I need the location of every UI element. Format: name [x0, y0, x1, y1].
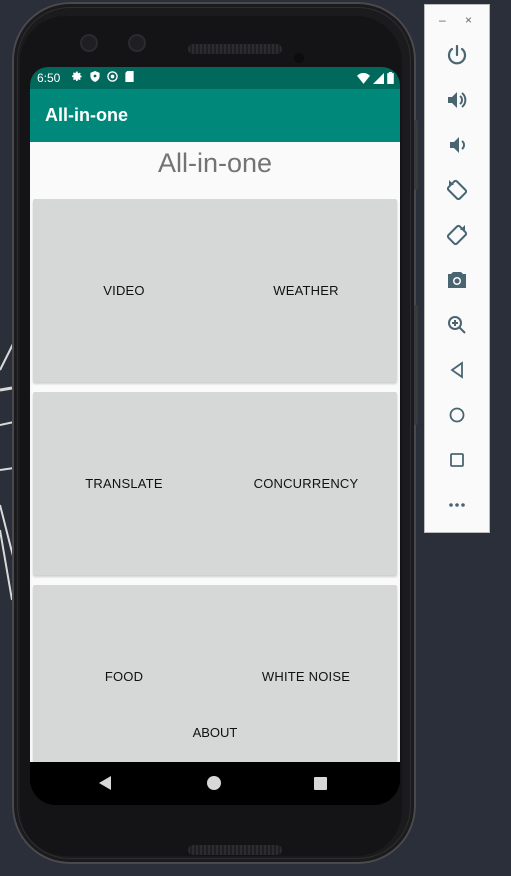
- button-row-3: FOOD WHITE NOISE: [33, 585, 397, 775]
- home-icon[interactable]: [207, 776, 221, 790]
- weather-button[interactable]: WEATHER: [215, 199, 397, 382]
- earpiece-speaker: [188, 44, 282, 54]
- status-time: 6:50: [37, 71, 61, 85]
- page-title: All-in-one: [157, 148, 273, 178]
- back-icon[interactable]: [99, 776, 111, 790]
- signal-icon: [373, 72, 384, 84]
- battery-icon: [387, 72, 394, 84]
- camera-icon[interactable]: [443, 266, 471, 294]
- front-sensor-icon: [128, 34, 146, 52]
- emulator-toolbar: – ×: [424, 4, 490, 533]
- power-icon[interactable]: [443, 41, 471, 69]
- recents-icon[interactable]: [314, 777, 327, 790]
- sd-card-icon: [125, 71, 134, 82]
- shield-icon: [90, 71, 100, 82]
- device-screen: 6:50 All-in-one All-in-one VIDEO WEATHER…: [30, 67, 400, 805]
- more-icon[interactable]: [443, 491, 471, 519]
- close-button[interactable]: ×: [465, 13, 472, 27]
- about-button[interactable]: ABOUT: [30, 725, 400, 740]
- navigation-bar: [30, 762, 400, 805]
- side-power-button[interactable]: [414, 120, 418, 190]
- circle-a-icon: [107, 71, 118, 82]
- front-camera-icon: [80, 34, 98, 52]
- bottom-speaker: [188, 845, 282, 855]
- overview-icon[interactable]: [443, 446, 471, 474]
- app-toolbar: All-in-one: [30, 89, 400, 142]
- proximity-sensor: [294, 53, 304, 63]
- concurrency-button[interactable]: CONCURRENCY: [215, 392, 397, 575]
- status-bar: 6:50: [30, 67, 400, 89]
- video-button[interactable]: VIDEO: [33, 199, 215, 382]
- wifi-icon: [357, 72, 370, 84]
- back-icon[interactable]: [443, 356, 471, 384]
- gear-icon: [72, 71, 82, 81]
- food-button[interactable]: FOOD: [33, 585, 215, 768]
- volume-down-icon[interactable]: [443, 131, 471, 159]
- home-icon[interactable]: [443, 401, 471, 429]
- rotate-left-icon[interactable]: [443, 176, 471, 204]
- side-volume-button[interactable]: [414, 305, 418, 425]
- white-noise-button[interactable]: WHITE NOISE: [215, 585, 397, 768]
- rotate-right-icon[interactable]: [443, 221, 471, 249]
- main-content: All-in-one VIDEO WEATHER TRANSLATE CONCU…: [30, 142, 400, 775]
- translate-button[interactable]: TRANSLATE: [33, 392, 215, 575]
- button-row-1: VIDEO WEATHER: [33, 199, 397, 382]
- app-title: All-in-one: [45, 105, 128, 125]
- button-row-2: TRANSLATE CONCURRENCY: [33, 392, 397, 575]
- volume-up-icon[interactable]: [443, 86, 471, 114]
- zoom-icon[interactable]: [443, 311, 471, 339]
- minimize-button[interactable]: –: [439, 13, 446, 27]
